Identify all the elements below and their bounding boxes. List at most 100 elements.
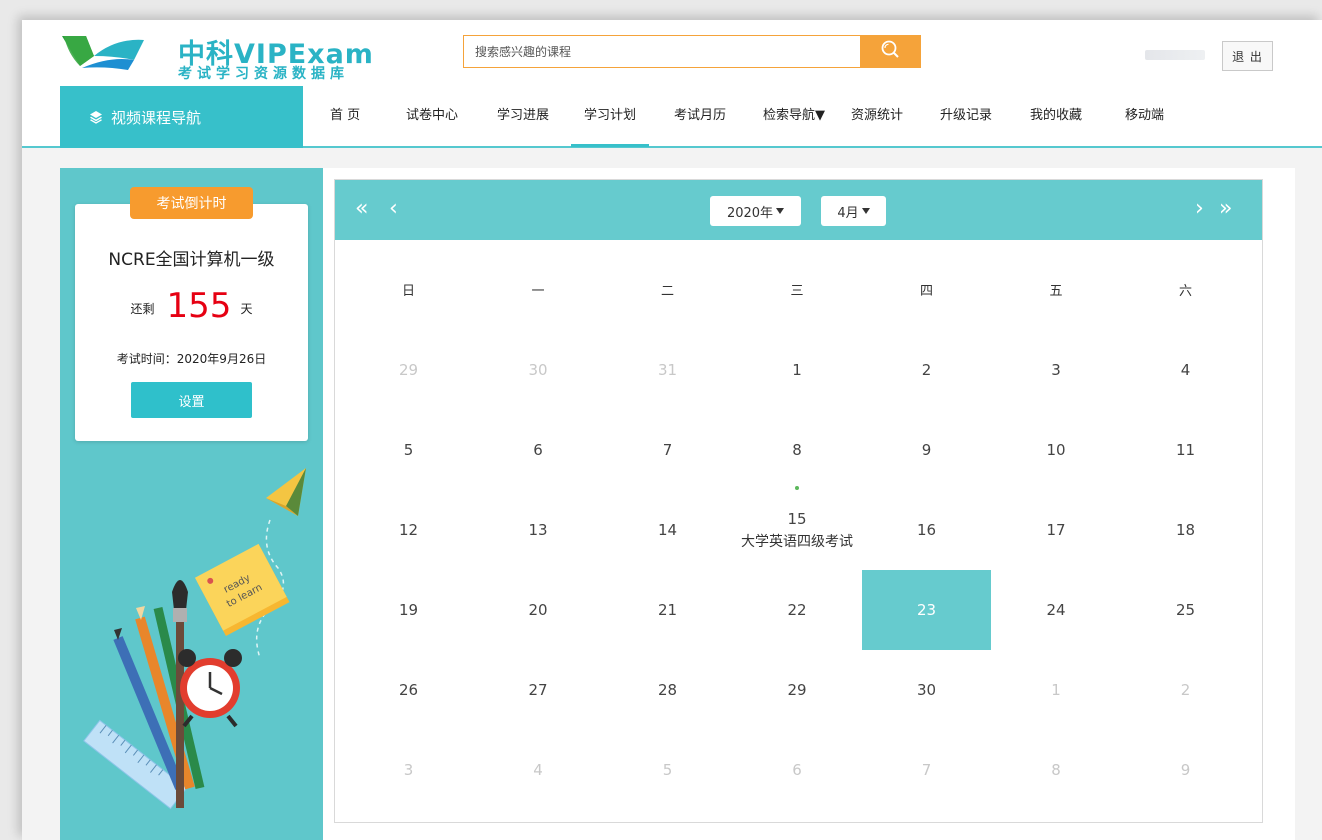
prev-month-icon[interactable]: ‹ — [389, 194, 398, 224]
nav-item-search-nav[interactable]: 检索导航▼ — [763, 86, 825, 146]
weekday-label: 六 — [1178, 284, 1192, 299]
day-number: 8 — [792, 441, 802, 459]
calendar: « ‹ 2020年 4月 › » 日一二三四五六 29 30 31 1 2 3 4 5 6 7 8 9… — [334, 179, 1263, 823]
video-course-nav-label: 视频课程导航 — [111, 108, 202, 127]
calendar-day[interactable]: 2 — [1121, 650, 1250, 730]
year-select[interactable]: 2020年 — [710, 196, 801, 226]
calendar-day[interactable]: 8 — [733, 410, 862, 490]
day-number: 7 — [921, 761, 932, 779]
calendar-day[interactable]: 8 — [992, 730, 1121, 810]
calendar-day[interactable]: 6 — [474, 410, 603, 490]
calendar-day[interactable]: 14 — [603, 490, 732, 570]
logo[interactable]: 中科VIPExam 考试学习资源数据库 — [60, 26, 373, 82]
nav-item-resource-stats[interactable]: 资源统计 — [851, 86, 903, 146]
day-number: 19 — [398, 601, 419, 619]
calendar-day[interactable]: 4 — [474, 730, 603, 810]
calendar-day[interactable]: 29 — [344, 330, 473, 410]
layers-icon — [89, 110, 103, 124]
calendar-day[interactable]: 7 — [862, 730, 991, 810]
calendar-day[interactable]: 13 — [474, 490, 603, 570]
calendar-day[interactable]: 16 — [862, 490, 991, 570]
calendar-day[interactable]: 19 — [344, 570, 473, 650]
nav-item-upgrade-log[interactable]: 升级记录 — [940, 86, 992, 146]
set-button[interactable]: 设置 — [131, 382, 252, 418]
calendar-day[interactable]: 2 — [862, 330, 991, 410]
next-year-icon[interactable]: » — [1219, 194, 1232, 224]
calendar-day[interactable]: 9 — [862, 410, 991, 490]
calendar-day[interactable]: 30 — [862, 650, 991, 730]
month-select[interactable]: 4月 — [821, 196, 886, 226]
day-number: 9 — [921, 441, 932, 459]
calendar-day[interactable]: 22 — [733, 570, 862, 650]
calendar-day[interactable]: 3 — [344, 730, 473, 810]
calendar-day[interactable]: 1 — [733, 330, 862, 410]
calendar-day[interactable]: 20 — [474, 570, 603, 650]
nav-item-study-plan[interactable]: 学习计划 — [570, 86, 650, 147]
logout-button[interactable]: 退 出 — [1222, 41, 1273, 71]
calendar-day[interactable]: 18 — [1121, 490, 1250, 570]
calendar-day[interactable]: 17 — [992, 490, 1121, 570]
calendar-day[interactable]: 3 — [992, 330, 1121, 410]
calendar-event[interactable]: 大学英语四级考试 — [741, 531, 853, 551]
prev-year-icon[interactable]: « — [355, 194, 368, 224]
calendar-day[interactable]: 4 — [1121, 330, 1250, 410]
calendar-day-today[interactable]: 23 — [862, 570, 991, 650]
day-number: 25 — [1175, 601, 1196, 619]
next-month-icon[interactable]: › — [1195, 194, 1204, 224]
day-number: 21 — [657, 601, 678, 619]
calendar-day[interactable]: 11 — [1121, 410, 1250, 490]
search-button[interactable] — [860, 35, 921, 68]
calendar-day[interactable]: 5 — [344, 410, 473, 490]
paper-plane-icon — [266, 468, 306, 516]
chevron-down-icon — [861, 208, 870, 214]
search-icon — [881, 40, 899, 58]
countdown-panel: 考试倒计时 NCRE全国计算机一级 还剩 155 天 考试时间：2020年9月26日… — [60, 168, 323, 840]
calendar-day[interactable]: 6 — [733, 730, 862, 810]
day-number: 28 — [657, 681, 678, 699]
calendar-day[interactable]: 5 — [603, 730, 732, 810]
calendar-day[interactable]: 24 — [992, 570, 1121, 650]
countdown-card: 考试倒计时 NCRE全国计算机一级 还剩 155 天 考试时间：2020年9月26日… — [75, 187, 308, 441]
nav-item-paper-center[interactable]: 试卷中心 — [406, 86, 458, 146]
search-input[interactable] — [464, 36, 860, 67]
calendar-day[interactable]: 1 — [992, 650, 1121, 730]
calendar-day[interactable]: 21 — [603, 570, 732, 650]
calendar-day[interactable]: 28 — [603, 650, 732, 730]
day-number: 3 — [1051, 361, 1061, 379]
nav-item-learning-progress[interactable]: 学习进展 — [497, 86, 549, 146]
day-number: 26 — [398, 681, 419, 699]
nav-item-exam-calendar[interactable]: 考试月历 — [674, 86, 726, 146]
days-count: 155 — [166, 286, 232, 326]
calendar-day[interactable]: 15 大学英语四级考试 — [733, 490, 862, 570]
video-course-nav[interactable]: 视频课程导航 — [60, 86, 303, 148]
calendar-day[interactable]: 9 — [1121, 730, 1250, 810]
nav-item-favorites[interactable]: 我的收藏 — [1030, 86, 1082, 146]
app-window: 中科VIPExam 考试学习资源数据库 退 出 — [22, 20, 1322, 840]
day-number: 4 — [533, 761, 543, 779]
day-number: 1 — [792, 361, 802, 379]
main-nav: 视频课程导航 首 页 试卷中心 学习进展 学习计划 考试月历 检索导航▼ 资源统… — [22, 86, 1322, 148]
calendar-day[interactable]: 10 — [992, 410, 1121, 490]
calendar-day[interactable]: 26 — [344, 650, 473, 730]
chevron-down-icon — [776, 208, 785, 214]
day-number: 7 — [662, 441, 673, 459]
nav-item-mobile[interactable]: 移动端 — [1125, 86, 1164, 146]
calendar-day[interactable]: 7 — [603, 410, 732, 490]
day-number: 5 — [403, 441, 414, 459]
day-number: 8 — [1051, 761, 1061, 779]
calendar-day[interactable]: 27 — [474, 650, 603, 730]
calendar-day[interactable]: 30 — [474, 330, 603, 410]
calendar-day[interactable]: 31 — [603, 330, 732, 410]
calendar-day[interactable]: 25 — [1121, 570, 1250, 650]
countdown-badge: 考试倒计时 — [130, 187, 253, 219]
day-number: 16 — [916, 521, 937, 539]
calendar-day[interactable]: 29 — [733, 650, 862, 730]
day-number: 22 — [787, 601, 807, 619]
day-number: 14 — [657, 521, 678, 539]
search-box — [463, 35, 921, 68]
nav-item-home[interactable]: 首 页 — [330, 86, 360, 146]
weekday-label: 二 — [660, 284, 674, 299]
day-number: 3 — [403, 761, 414, 779]
day-number: 1 — [1051, 681, 1061, 699]
calendar-day[interactable]: 12 — [344, 490, 473, 570]
